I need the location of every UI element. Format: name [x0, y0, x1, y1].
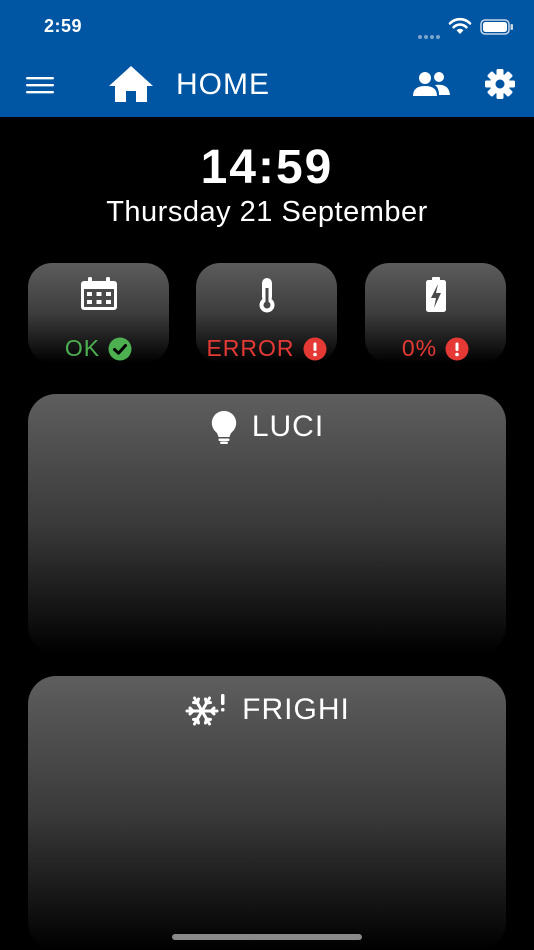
panel-title-frighi: FRIGHI	[242, 693, 350, 726]
status-card-temperature[interactable]: ERROR	[196, 263, 337, 363]
status-row: OK	[28, 335, 169, 362]
panel-luci[interactable]: LUCI	[28, 394, 506, 654]
page-title: HOME	[176, 68, 270, 101]
status-time: 2:59	[44, 16, 83, 36]
status-bar: 2:59	[0, 0, 534, 52]
status-card-battery[interactable]: 0%	[365, 263, 506, 363]
calendar-status: OK	[64, 335, 101, 361]
panel-header-frighi: FRIGHI	[28, 692, 506, 728]
home-icon	[109, 66, 153, 102]
alert-circle-icon	[303, 337, 327, 360]
status-row: 0%	[365, 335, 506, 362]
battery-status: 0%	[401, 335, 438, 361]
battery-icon	[480, 19, 513, 35]
lightbulb-icon	[211, 410, 236, 444]
users-icon[interactable]	[410, 68, 452, 100]
status-card-calendar[interactable]: OK	[28, 263, 169, 363]
clock-date: Thursday 21 September	[106, 196, 428, 228]
home-indicator[interactable]	[172, 934, 362, 940]
cellular-signal-icon	[418, 26, 444, 39]
panel-frighi[interactable]: FRIGHI	[28, 676, 506, 950]
panel-header-luci: LUCI	[28, 410, 506, 444]
wifi-icon	[448, 17, 472, 34]
settings-gear-icon[interactable]	[482, 66, 518, 102]
app-bar: HOME	[0, 52, 534, 117]
check-circle-icon	[108, 337, 132, 360]
alert-circle-icon	[445, 337, 469, 360]
temperature-status: ERROR	[206, 335, 295, 361]
thermometer-icon	[259, 278, 274, 313]
calendar-icon	[80, 277, 117, 310]
panel-title-luci: LUCI	[251, 410, 325, 443]
snowflake-icon	[185, 694, 225, 726]
menu-icon[interactable]	[20, 70, 60, 100]
battery-charging-icon	[425, 277, 446, 312]
clock-time: 14:59	[200, 141, 334, 194]
status-row: ERROR	[196, 335, 337, 362]
